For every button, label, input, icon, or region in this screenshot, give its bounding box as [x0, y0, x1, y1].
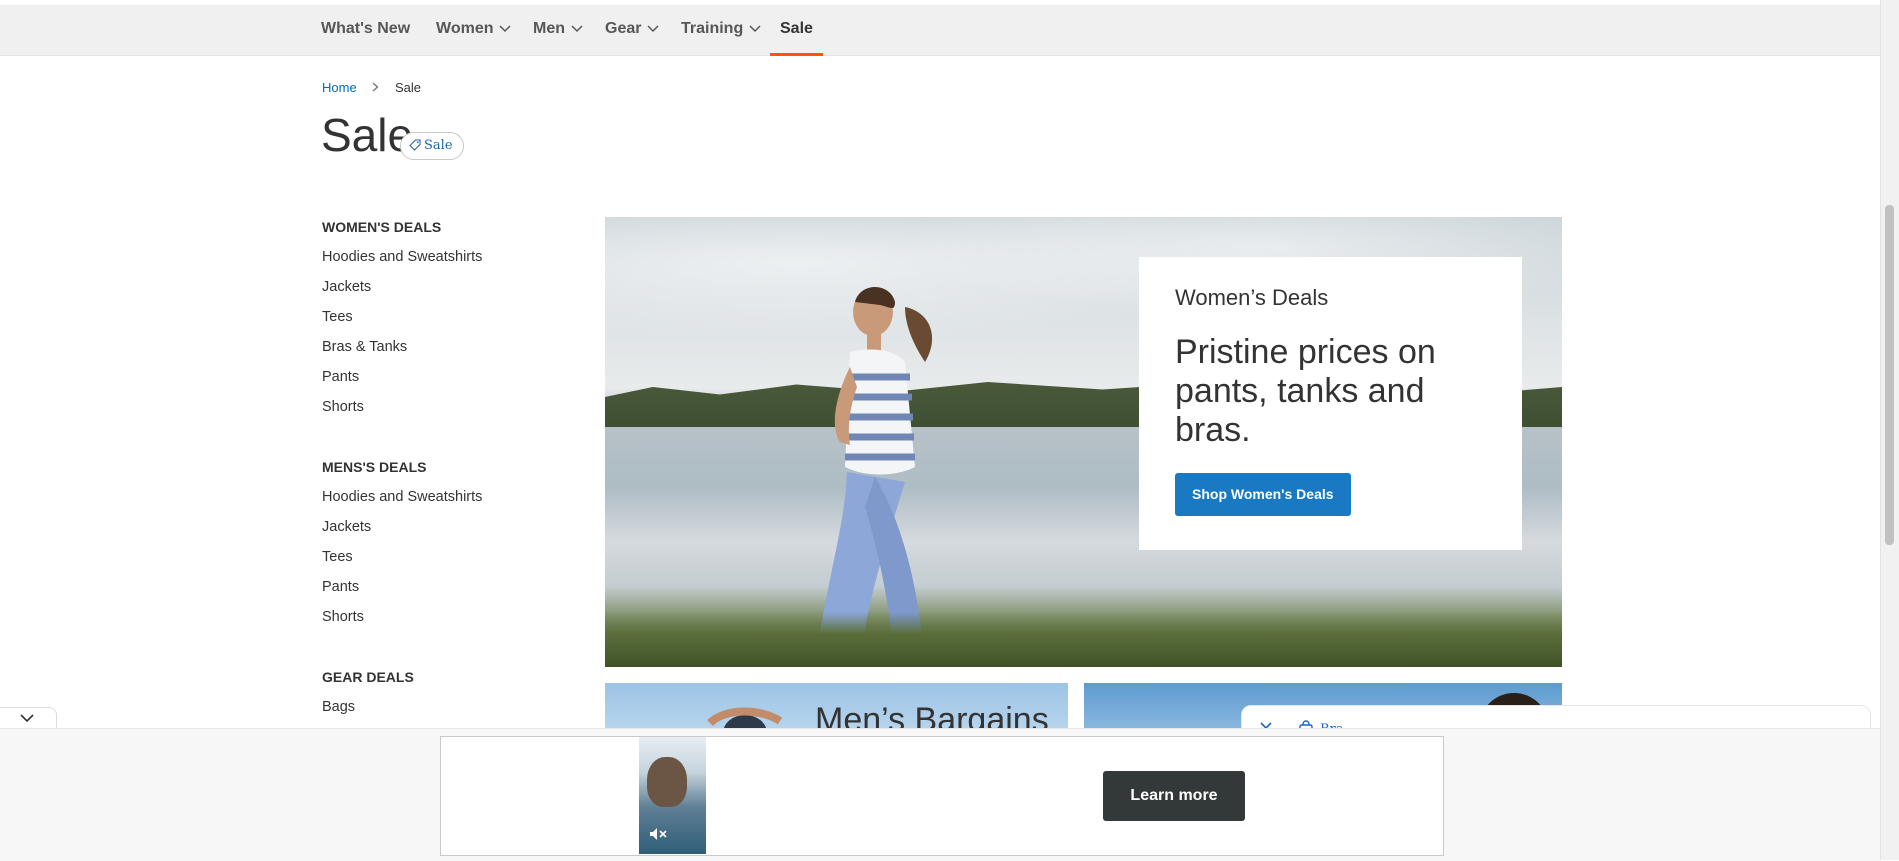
chevron-down-icon	[647, 25, 659, 32]
chevron-down-icon	[749, 25, 761, 32]
chevron-right-icon	[372, 80, 379, 95]
chevron-down-icon	[499, 25, 512, 32]
hero-grass	[605, 612, 1562, 667]
nav-item-label: Gear	[605, 20, 642, 37]
sidebar-link-mens-pants[interactable]: Pants	[322, 576, 582, 606]
shop-womens-deals-button[interactable]: Shop Women's Deals	[1175, 473, 1351, 516]
sidebar-link-womens-jackets[interactable]: Jackets	[322, 276, 582, 306]
nav-item-label: Training	[681, 20, 744, 37]
nav-item-gear[interactable]: Gear	[605, 5, 659, 55]
hero-card: Women’s Deals Pristine prices on pants, …	[1139, 257, 1522, 550]
chevron-down-icon	[20, 714, 34, 723]
sidebar-link-womens-tees[interactable]: Tees	[322, 306, 582, 336]
sidebar-link-mens-jackets[interactable]: Jackets	[322, 516, 582, 546]
sidebar-heading-womens-deals: WOMEN'S DEALS	[322, 219, 442, 235]
sidebar-link-womens-hoodies[interactable]: Hoodies and Sweatshirts	[322, 246, 582, 276]
tag-icon	[409, 139, 421, 151]
sidebar-heading-gear-deals: GEAR DEALS	[322, 669, 414, 685]
sale-badge-label: Sale	[424, 138, 453, 153]
nav-item-label: What's New	[321, 20, 411, 37]
hero-runner-image	[815, 287, 933, 667]
ad-video[interactable]	[639, 737, 706, 854]
sidebar: WOMEN'S DEALS Hoodies and Sweatshirts Ja…	[322, 216, 582, 726]
breadcrumb: Home Sale	[322, 80, 421, 95]
hero-kicker: Women’s Deals	[1175, 285, 1329, 310]
sidebar-link-gear-bags[interactable]: Bags	[322, 696, 582, 726]
ad-video-person	[647, 757, 687, 807]
main-navigation: What's New Women Men Gear Training Sale	[0, 5, 1880, 56]
nav-item-training[interactable]: Training	[681, 5, 761, 55]
breadcrumb-current: Sale	[394, 80, 421, 95]
ad-frame	[440, 736, 1444, 856]
sale-badge[interactable]: Sale	[400, 132, 464, 160]
nav-item-whats-new[interactable]: What's New	[321, 5, 410, 55]
nav-item-women[interactable]: Women	[436, 5, 512, 55]
page-title: Sale	[321, 109, 414, 161]
nav-item-label: Men	[533, 20, 565, 37]
sidebar-link-mens-shorts[interactable]: Shorts	[322, 606, 582, 636]
sidebar-link-womens-bras-tanks[interactable]: Bras & Tanks	[322, 336, 582, 366]
nav-item-sale[interactable]: Sale	[770, 5, 823, 56]
nav-item-men[interactable]: Men	[533, 5, 583, 55]
nav-item-label: Women	[436, 20, 494, 37]
breadcrumb-home-link[interactable]: Home	[322, 80, 357, 95]
mute-icon[interactable]	[649, 827, 667, 841]
chevron-down-icon	[571, 25, 583, 32]
sidebar-link-mens-tees[interactable]: Tees	[322, 546, 582, 576]
sidebar-link-womens-pants[interactable]: Pants	[322, 366, 582, 396]
sidebar-link-mens-hoodies[interactable]: Hoodies and Sweatshirts	[322, 486, 582, 516]
sidebar-link-womens-shorts[interactable]: Shorts	[322, 396, 582, 426]
nav-item-label: Sale	[780, 20, 813, 37]
scrollbar-thumb[interactable]	[1885, 205, 1894, 545]
learn-more-button[interactable]: Learn more	[1103, 771, 1245, 821]
hero-banner[interactable]: Women’s Deals Pristine prices on pants, …	[605, 217, 1562, 667]
hero-headline: Pristine prices on pants, tanks and bras…	[1175, 333, 1436, 449]
sidebar-heading-mens-deals: MENS'S DEALS	[322, 459, 427, 475]
